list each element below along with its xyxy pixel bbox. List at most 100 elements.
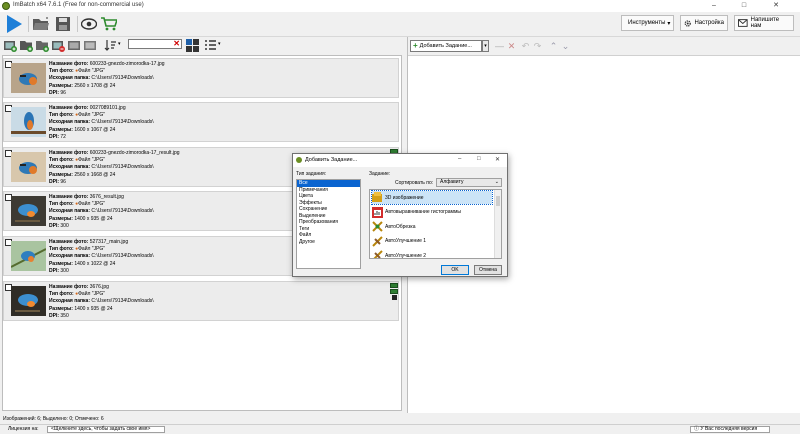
minimize-button[interactable]: – <box>700 0 728 12</box>
clear-search-icon[interactable]: ✕ <box>173 39 180 48</box>
name-label: Название фото: <box>49 105 89 111</box>
task-item[interactable]: АвтоУлучшение 1 <box>372 235 492 248</box>
image-dpi: 300 <box>60 267 69 274</box>
add-task-dropdown[interactable]: ▾ <box>482 40 489 52</box>
image-dpi: 350 <box>60 312 69 319</box>
dialog-close-button[interactable]: ✕ <box>495 156 500 163</box>
ok-button[interactable]: OK <box>441 265 469 275</box>
dialog-title: Добавить Задание... <box>305 157 358 163</box>
cancel-button[interactable]: Отмена <box>474 265 502 275</box>
image-type: Файл "JPG" <box>78 201 106 208</box>
task-item[interactable]: АвтоУлучшение 2 <box>372 249 492 258</box>
remove-task-icon[interactable]: — <box>494 41 505 51</box>
task-type-item[interactable]: Другое <box>297 239 360 246</box>
image-type: Файл "JPG" <box>78 291 106 298</box>
view-mode-icon[interactable] <box>204 39 217 52</box>
task-item[interactable]: 3D изображение <box>371 190 493 205</box>
sort-chevron-icon[interactable]: ▾ <box>118 41 121 47</box>
move-down-icon[interactable]: ⌄ <box>560 41 571 51</box>
title-bar: ImBatch x64 7.6.1 (Free for non-commerci… <box>0 0 800 12</box>
add-task-dialog: Добавить Задание... – □ ✕ Тип задания: З… <box>292 153 508 277</box>
remove-selected-icon[interactable] <box>68 39 81 52</box>
close-button[interactable]: ✕ <box>762 0 790 12</box>
add-task-label: Добавить Задание... <box>419 43 472 49</box>
image-folder: C:\Users\79134\Downloads\ <box>91 253 154 260</box>
chevron-down-icon: ⌄ <box>494 179 499 185</box>
image-info: Название фото: 600233-gnezdo-zimorodka-1… <box>49 150 180 186</box>
image-name: 527317_main.jpg <box>89 239 129 245</box>
dialog-maximize-button[interactable]: □ <box>477 156 481 162</box>
dialog-minimize-button[interactable]: – <box>458 156 461 162</box>
gear-icon <box>684 19 691 27</box>
task-item-label: АвтоОбрезка <box>385 223 416 230</box>
shopping-cart-icon <box>101 17 117 31</box>
add-subfolder-icon[interactable] <box>36 39 49 52</box>
task-icon <box>372 192 382 202</box>
image-type: Файл "JPG" <box>78 246 106 253</box>
task-type-list[interactable]: Все Примечания Цвета Эффекты Сохранение Выдел… <box>296 179 361 269</box>
app-logo-icon <box>296 157 302 163</box>
image-info: Название фото: 0027089101.jpg Тип фото: ●… <box>49 105 154 141</box>
contact-label: Напишите нам <box>750 17 780 29</box>
type-label: Тип фото: <box>49 112 74 119</box>
tools-menu-button[interactable]: Инструменты ▾ <box>621 15 674 31</box>
task-item[interactable]: Автовыравнивание гистограммы <box>372 206 492 219</box>
contact-button[interactable]: Напишите нам <box>734 15 794 31</box>
add-image-icon[interactable] <box>4 39 17 52</box>
redo-icon[interactable]: ↷ <box>532 41 543 51</box>
size-label: Размеры: <box>49 82 73 89</box>
remove-image-icon[interactable] <box>52 39 65 52</box>
image-list-item[interactable]: Название фото: 0027089101.jpg Тип фото: ●… <box>3 102 399 142</box>
image-list-item[interactable]: Название фото: 600233-gnezdo-zimorodka-1… <box>3 58 399 98</box>
task-list-scrollbar[interactable] <box>494 190 501 258</box>
maximize-button[interactable]: □ <box>730 0 758 12</box>
delete-task-icon[interactable]: ✕ <box>506 41 517 51</box>
task-icon <box>373 250 383 258</box>
name-label: Название фото: <box>49 194 89 200</box>
move-up-icon[interactable]: ⌃ <box>548 41 559 51</box>
task-list[interactable]: 3D изображение Автовыравнивание гистограм… <box>369 189 502 259</box>
task-type-label: Тип задания: <box>296 171 327 177</box>
add-task-button[interactable]: + Добавить Задание... <box>410 40 482 52</box>
run-button[interactable] <box>4 14 24 34</box>
dpi-label: DPI: <box>49 89 59 96</box>
view-mode-chevron-icon[interactable]: ▾ <box>218 41 221 47</box>
search-input[interactable]: ✕ <box>128 39 182 49</box>
sort-icon[interactable] <box>104 39 117 52</box>
app-logo-icon <box>2 2 10 10</box>
image-counts: Изображений: 6; Выделено: 0; Отмечено: 6 <box>3 416 104 422</box>
undo-icon[interactable]: ↶ <box>520 41 531 51</box>
image-name: 3676.jpg <box>89 284 109 290</box>
image-list-item[interactable]: Название фото: 3676.jpg Тип фото: ●Файл "… <box>3 281 399 321</box>
image-options-icon[interactable] <box>186 39 199 52</box>
name-label: Название фото: <box>49 239 89 245</box>
image-info: Название фото: 3676.jpg Тип фото: ●Файл "… <box>49 284 154 320</box>
remove-all-icon[interactable] <box>84 39 97 52</box>
settings-button[interactable]: Настройка <box>680 15 728 31</box>
preview-button[interactable] <box>80 14 98 34</box>
license-name-field[interactable]: <Щелкните здесь, чтобы задать свое имя> <box>47 426 165 433</box>
task-item-label: Автовыравнивание гистограммы <box>385 209 462 215</box>
dpi-label: DPI: <box>49 178 59 185</box>
buy-button[interactable] <box>100 14 118 34</box>
image-size: 1400 x 935 @ 24 <box>74 305 113 312</box>
image-dpi: 72 <box>60 133 66 140</box>
sort-select[interactable]: Алфавиту ⌄ <box>436 178 502 187</box>
task-item[interactable]: АвтоОбрезка <box>372 220 492 233</box>
image-name: 600233-gnezdo-zimorodka-17.jpg <box>89 61 165 67</box>
folder-label: Исходная папка: <box>49 208 91 215</box>
license-label: Лицензия на: <box>8 426 39 432</box>
image-type: Файл "JPG" <box>78 68 106 75</box>
save-button[interactable] <box>53 14 73 34</box>
add-folder-icon[interactable] <box>20 39 33 52</box>
settings-label: Настройка <box>694 20 724 26</box>
main-toolbar: Инструменты ▾ Настройка Напишите нам <box>0 12 800 37</box>
open-button[interactable] <box>31 14 51 34</box>
dpi-label: DPI: <box>49 133 59 140</box>
size-label: Размеры: <box>49 305 73 312</box>
task-item-label: АвтоУлучшение 1 <box>385 238 427 244</box>
exif-badge-icon <box>390 283 398 288</box>
image-thumbnail <box>11 196 46 226</box>
name-label: Название фото: <box>49 284 89 290</box>
image-info: Название фото: 600233-gnezdo-zimorodka-1… <box>49 61 165 97</box>
